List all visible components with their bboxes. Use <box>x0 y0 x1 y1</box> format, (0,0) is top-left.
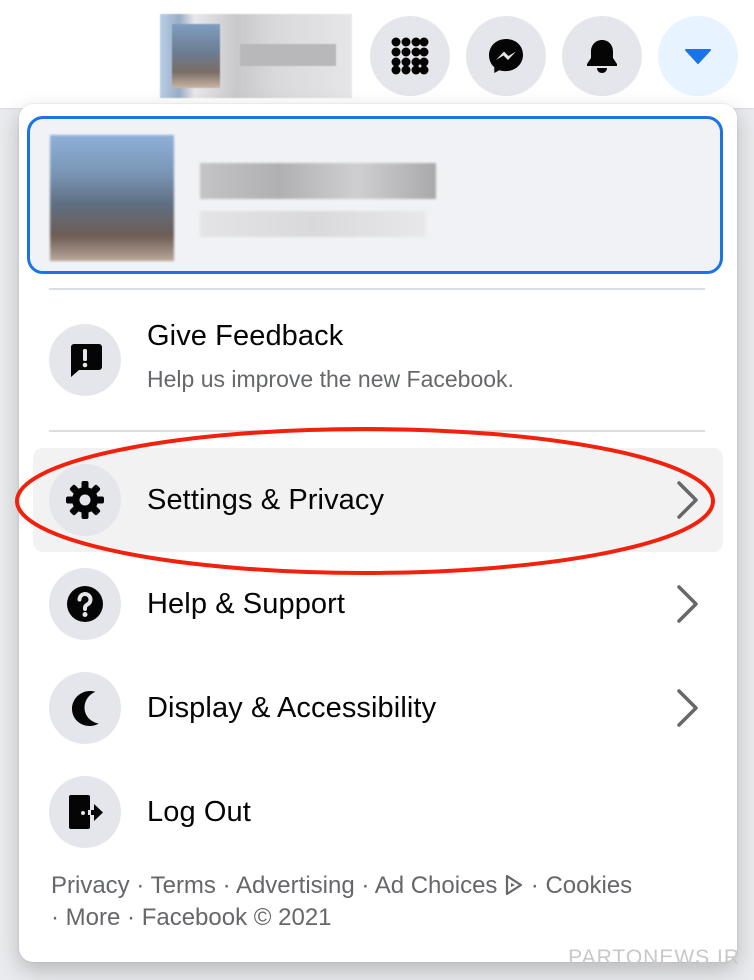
give-feedback-subtitle: Help us improve the new Facebook. <box>147 366 514 392</box>
terms-link[interactable]: Terms <box>151 872 216 899</box>
give-feedback-item[interactable]: Give Feedback Help us improve the new Fa… <box>33 312 723 408</box>
account-menu-button[interactable] <box>658 16 738 96</box>
footer-separator: · <box>530 872 539 899</box>
logout-icon-circle <box>49 776 121 848</box>
display-accessibility-label: Display & Accessibility <box>147 691 437 724</box>
watermark-text: PARTONEWS.IR <box>568 946 740 969</box>
gear-icon <box>66 481 104 519</box>
profile-subtitle-blurred <box>200 211 426 237</box>
footer-separator: · <box>136 872 145 899</box>
question-icon <box>67 586 103 622</box>
profile-shortcut[interactable] <box>160 14 352 98</box>
cookies-link[interactable]: Cookies <box>545 872 632 899</box>
divider <box>49 430 705 432</box>
display-icon-circle <box>49 672 121 744</box>
chevron-right-icon <box>677 689 698 727</box>
notifications-button[interactable] <box>562 16 642 96</box>
footer-separator: · <box>361 872 370 899</box>
footer-separator: · <box>222 872 231 899</box>
give-feedback-title: Give Feedback <box>147 320 344 352</box>
log-out-item[interactable]: Log Out <box>33 762 723 862</box>
chevron-right-icon <box>677 481 698 519</box>
divider <box>49 288 705 290</box>
profile-card[interactable] <box>27 116 723 274</box>
avatar <box>172 24 220 88</box>
menu-button[interactable] <box>370 16 450 96</box>
profile-name-blurred <box>240 44 336 66</box>
bell-icon <box>587 40 617 73</box>
settings-icon-circle <box>49 464 121 536</box>
feedback-icon <box>71 344 102 377</box>
ad-choices-icon <box>506 874 523 896</box>
chevron-right-icon <box>677 585 698 623</box>
caret-down-icon <box>685 49 711 64</box>
footer-separator: · <box>127 904 136 931</box>
more-link[interactable]: More <box>66 904 121 931</box>
settings-privacy-item[interactable]: Settings & Privacy <box>33 448 723 552</box>
help-support-item[interactable]: Help & Support <box>33 554 723 654</box>
top-navigation-bar <box>0 0 754 108</box>
help-icon-circle <box>49 568 121 640</box>
copyright-text: Facebook © 2021 <box>141 904 332 931</box>
menu-grid-icon <box>391 37 429 75</box>
messenger-button[interactable] <box>466 16 546 96</box>
profile-name-blurred <box>200 163 436 199</box>
account-dropdown-menu: Give Feedback Help us improve the new Fa… <box>19 104 737 962</box>
moon-icon <box>72 690 99 726</box>
display-accessibility-item[interactable]: Display & Accessibility <box>33 658 723 758</box>
privacy-link[interactable]: Privacy <box>51 872 130 899</box>
footer-separator: · <box>51 904 59 931</box>
settings-privacy-label: Settings & Privacy <box>147 483 385 516</box>
ad-choices-label: Ad Choices <box>374 872 498 899</box>
feedback-icon-circle <box>49 324 121 396</box>
help-support-label: Help & Support <box>147 587 346 620</box>
logout-icon <box>69 795 103 829</box>
advertising-link[interactable]: Advertising <box>236 872 355 899</box>
messenger-icon <box>489 39 523 73</box>
footer-links: Privacy · Terms · Advertising · Ad Choic… <box>51 870 721 934</box>
ad-choices-link[interactable]: Ad Choices <box>375 872 524 899</box>
log-out-label: Log Out <box>147 795 251 828</box>
profile-picture <box>50 135 174 261</box>
